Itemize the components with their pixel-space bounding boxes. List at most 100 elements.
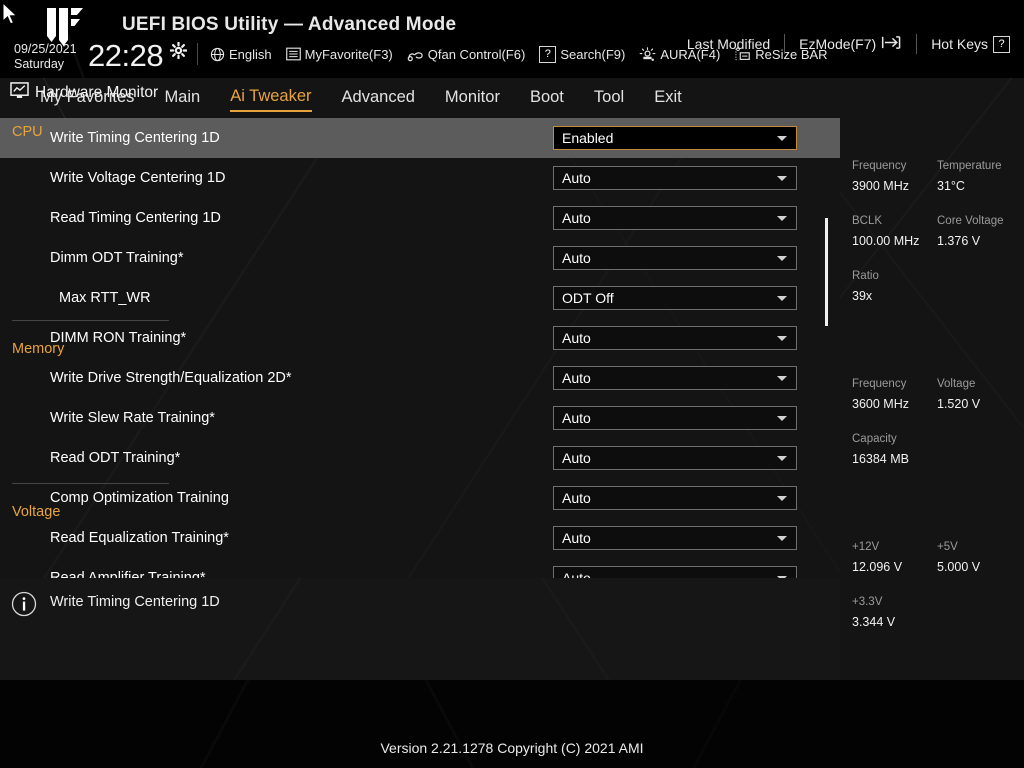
hwmon-entry-value: 3.344 V bbox=[852, 615, 896, 629]
settings-dropdown-value: Auto bbox=[562, 490, 591, 506]
help-text: Write Timing Centering 1D bbox=[50, 594, 220, 610]
settings-row-label: Read Amplifier Training* bbox=[50, 570, 206, 578]
hwmon-entry-value: 3900 MHz bbox=[852, 179, 909, 193]
chevron-down-icon bbox=[777, 336, 787, 341]
nav-tab-ai-tweaker[interactable]: Ai Tweaker bbox=[230, 85, 312, 112]
settings-dropdown-value: Auto bbox=[562, 530, 591, 546]
settings-dropdown-value: Auto bbox=[562, 410, 591, 426]
arrow-right-exit-icon bbox=[881, 35, 902, 53]
hwmon-entry-key: +3.3V bbox=[852, 596, 883, 608]
chevron-down-icon bbox=[777, 136, 787, 141]
hardware-monitor-title: Hardware Monitor bbox=[35, 84, 159, 101]
nav-tab-boot[interactable]: Boot bbox=[530, 86, 564, 111]
hwmon-entry-value: 12.096 V bbox=[852, 560, 903, 574]
hwmon-entry-key: Core Voltage bbox=[937, 215, 1004, 227]
ezmode-button[interactable]: EzMode(F7) bbox=[799, 35, 902, 53]
settings-row-label: Write Slew Rate Training* bbox=[50, 410, 215, 426]
bios-version-text: Version 2.21.1278 Copyright (C) 2021 AMI bbox=[380, 740, 644, 756]
myfavorite-button[interactable]: MyFavorite(F3) bbox=[285, 47, 393, 62]
hwmon-entry-value: 31°C bbox=[937, 179, 965, 193]
settings-dropdown[interactable]: Auto bbox=[553, 246, 797, 270]
settings-row[interactable]: Read Timing Centering 1D Auto bbox=[0, 198, 840, 238]
system-date: 09/25/2021 Saturday bbox=[14, 42, 77, 72]
hwmon-entry-key: Frequency bbox=[852, 378, 907, 390]
settings-row[interactable]: Max RTT_WR ODT Off bbox=[0, 278, 840, 318]
question-box-icon: ? bbox=[539, 45, 557, 63]
header-divider bbox=[197, 43, 198, 65]
settings-dropdown[interactable]: Auto bbox=[553, 486, 797, 510]
settings-dropdown[interactable]: Auto bbox=[553, 326, 797, 350]
settings-dropdown-value: ODT Off bbox=[562, 290, 614, 306]
chevron-down-icon bbox=[777, 536, 787, 541]
settings-row[interactable]: Read Equalization Training* Auto bbox=[0, 518, 840, 558]
last-modified-button[interactable]: Last Modified bbox=[687, 36, 770, 52]
settings-row[interactable]: Read ODT Training* Auto bbox=[0, 438, 840, 478]
settings-dropdown-value: Auto bbox=[562, 570, 591, 578]
hwmon-entry-value: 5.000 V bbox=[937, 560, 981, 574]
hwmon-entry-key: Temperature bbox=[937, 160, 1002, 172]
settings-row-label: Write Voltage Centering 1D bbox=[50, 170, 226, 186]
qfan-control-button[interactable]: Qfan Control(F6) bbox=[407, 47, 525, 62]
settings-row[interactable]: Read Amplifier Training* Auto bbox=[0, 558, 840, 578]
settings-dropdown[interactable]: Auto bbox=[553, 446, 797, 470]
question-mark-glyph: ? bbox=[539, 46, 557, 63]
settings-row[interactable]: Write Voltage Centering 1D Auto bbox=[0, 158, 840, 198]
hwmon-entry-value: 1.520 V bbox=[937, 397, 981, 411]
settings-dropdown[interactable]: Auto bbox=[553, 406, 797, 430]
hwmon-entry-value: 39x bbox=[852, 289, 873, 303]
nav-tab-exit[interactable]: Exit bbox=[654, 86, 682, 111]
settings-row[interactable]: Write Slew Rate Training* Auto bbox=[0, 398, 840, 438]
settings-panel: Write Timing Centering 1D Enabled Write Vo… bbox=[0, 118, 840, 578]
weekday-value: Saturday bbox=[14, 57, 65, 71]
settings-dropdown-value: Auto bbox=[562, 370, 591, 386]
hwmon-entry-value: 3600 MHz bbox=[852, 397, 909, 411]
question-box-icon: ? bbox=[993, 35, 1010, 53]
chevron-down-icon bbox=[777, 376, 787, 381]
chevron-down-icon bbox=[777, 216, 787, 221]
globe-icon bbox=[210, 47, 225, 62]
hotkeys-button[interactable]: Hot Keys ? bbox=[931, 35, 1010, 53]
hwmon-entry-value: 100.00 MHz bbox=[852, 234, 920, 248]
settings-row-list: Write Timing Centering 1D Enabled Write Vo… bbox=[0, 118, 840, 578]
settings-dropdown-value: Auto bbox=[562, 250, 591, 266]
system-clock: 22:28 bbox=[88, 38, 164, 73]
settings-dropdown-value: Auto bbox=[562, 210, 591, 226]
aura-light-icon bbox=[639, 46, 656, 62]
settings-row[interactable]: Write Drive Strength/Equalization 2D* Aut… bbox=[0, 358, 840, 398]
settings-dropdown[interactable]: Auto bbox=[553, 206, 797, 230]
fan-icon bbox=[407, 47, 424, 62]
settings-scrollbar-thumb[interactable] bbox=[825, 218, 828, 326]
settings-row[interactable]: DIMM RON Training* Auto bbox=[0, 318, 840, 358]
settings-row[interactable]: Comp Optimization Training Auto bbox=[0, 478, 840, 518]
settings-dropdown[interactable]: Auto bbox=[553, 526, 797, 550]
settings-dropdown-value: Auto bbox=[562, 330, 591, 346]
settings-dropdown-value: Auto bbox=[562, 450, 591, 466]
gear-icon[interactable] bbox=[169, 41, 188, 60]
settings-row[interactable]: Dimm ODT Training* Auto bbox=[0, 238, 840, 278]
search-button[interactable]: ? Search(F9) bbox=[539, 45, 625, 63]
settings-scrollbar-track[interactable] bbox=[825, 118, 829, 578]
settings-row-label: Max RTT_WR bbox=[59, 290, 151, 306]
settings-dropdown[interactable]: Auto bbox=[553, 166, 797, 190]
settings-dropdown[interactable]: Enabled bbox=[553, 126, 797, 150]
settings-dropdown-value: Enabled bbox=[562, 130, 614, 146]
settings-dropdown[interactable]: Auto bbox=[553, 366, 797, 390]
hotkeys-label: Hot Keys bbox=[931, 36, 988, 52]
language-button[interactable]: English bbox=[210, 47, 272, 62]
nav-tab-monitor[interactable]: Monitor bbox=[445, 86, 500, 111]
search-label: Search(F9) bbox=[560, 46, 626, 62]
nav-tab-advanced[interactable]: Advanced bbox=[342, 86, 415, 111]
nav-tab-main[interactable]: Main bbox=[164, 86, 200, 111]
settings-row-label: Write Timing Centering 1D bbox=[50, 130, 220, 146]
hwmon-entry-value: 16384 MB bbox=[852, 452, 909, 466]
settings-dropdown[interactable]: ODT Off bbox=[553, 286, 797, 310]
settings-dropdown[interactable]: Auto bbox=[553, 566, 797, 578]
nav-tab-tool[interactable]: Tool bbox=[594, 86, 624, 111]
chevron-down-icon bbox=[777, 176, 787, 181]
hwmon-entry-key: Capacity bbox=[852, 433, 897, 445]
hwmon-entry-key: Frequency bbox=[852, 160, 907, 172]
hwmon-section-title: Memory bbox=[12, 341, 65, 357]
settings-row-label: Read ODT Training* bbox=[50, 450, 181, 466]
settings-row[interactable]: Write Timing Centering 1D Enabled bbox=[0, 118, 840, 158]
settings-row-label: Dimm ODT Training* bbox=[50, 250, 184, 266]
